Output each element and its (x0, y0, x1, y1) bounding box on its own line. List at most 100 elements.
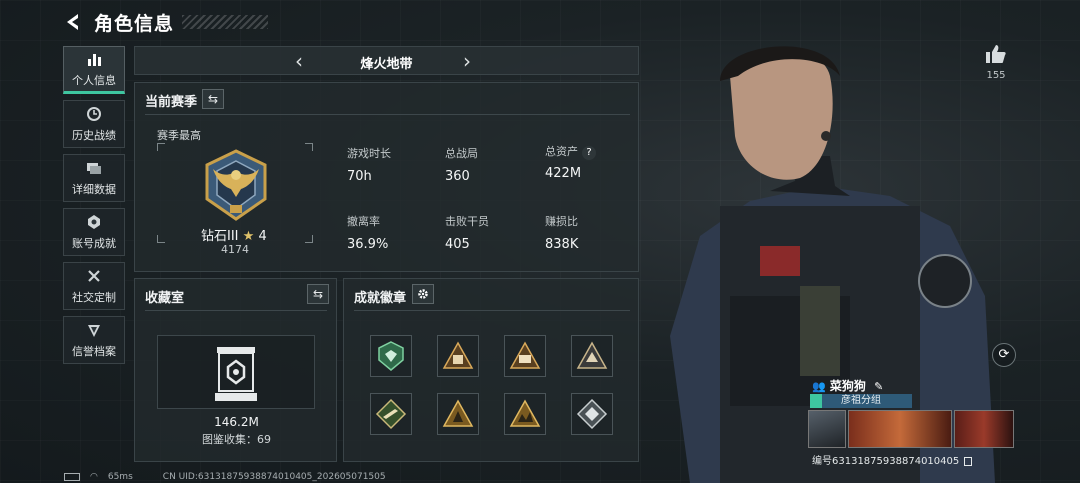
clan-marker (810, 394, 822, 408)
rank-stars: 4 (258, 229, 267, 244)
divider (354, 310, 630, 311)
stat-profit-loss: 赚损比 838K (545, 213, 578, 252)
like-thumb-icon[interactable] (983, 44, 1009, 68)
sidebar-item-achievements[interactable]: 账号成就 (63, 208, 125, 256)
bar-chart-icon (86, 51, 102, 69)
clan-name: 彦祖分组 (841, 395, 881, 406)
stat-label: 总资产 (545, 145, 578, 158)
sidebar-item-label: 历史战绩 (72, 128, 116, 142)
collection-panel[interactable]: 收藏室 ⇆ 146.2M 图鉴收集：69 (134, 278, 337, 462)
badge-green-shield-icon[interactable] (370, 335, 412, 377)
sidebar: 个人信息 历史战绩 详细数据 账号成就 社交定制 信誉档案 (63, 46, 125, 370)
divider (145, 310, 327, 311)
achievements-panel[interactable]: 成就徽章 (343, 278, 639, 462)
clan-tag[interactable]: 彦祖分组 (810, 394, 912, 408)
stat-play-time: 游戏时长 70h (347, 145, 391, 184)
sidebar-item-label: 个人信息 (72, 73, 116, 87)
weapon-skin-thumbnail (954, 410, 1014, 448)
sidebar-item-history[interactable]: 历史战绩 (63, 100, 125, 148)
sidebar-item-label: 账号成就 (72, 236, 116, 250)
collection-title: 收藏室 (145, 291, 185, 306)
badge-triangle-4-icon[interactable] (437, 393, 479, 435)
collection-progress: 图鉴收集：69 (202, 433, 271, 446)
mode-name: 烽火地带 (360, 57, 413, 72)
switch-collection-button[interactable]: ⇆ (307, 284, 329, 304)
display-case-icon (213, 345, 259, 403)
stat-value: 838K (545, 237, 579, 252)
ping: 65ms (107, 472, 133, 482)
achievement-badge-icon (86, 214, 102, 232)
stat-label: 赚损比 (545, 215, 578, 228)
stat-value: 360 (445, 169, 470, 184)
season-best-label: 赛季最高 (157, 129, 201, 142)
sidebar-item-personal-info[interactable]: 个人信息 (63, 46, 125, 94)
player-id: 编号63131875938874010405 (812, 456, 960, 467)
sidebar-item-reputation[interactable]: 信誉档案 (63, 316, 125, 364)
sidebar-item-label: 详细数据 (72, 182, 116, 196)
stat-value: 70h (347, 169, 372, 184)
switch-season-button[interactable]: ⇆ (202, 89, 224, 109)
sidebar-item-social[interactable]: 社交定制 (63, 262, 125, 310)
stat-value: 422M (545, 166, 582, 181)
frame-corner (305, 235, 313, 243)
player-id-row: 编号63131875938874010405 (812, 452, 973, 467)
current-season-panel: 当前赛季 ⇆ 赛季最高 钻石III ★ 4 4174 游戏时长 70h 总战局 … (134, 82, 639, 272)
edit-pencil-icon[interactable]: ✎ (874, 380, 883, 393)
rank-name-row: 钻石III ★ 4 (201, 225, 267, 244)
history-clock-icon (86, 106, 102, 124)
avatar (808, 410, 846, 448)
star-icon: ★ (242, 229, 255, 244)
frame-corner (305, 143, 313, 151)
stat-kills: 击败干员 405 (445, 213, 489, 252)
chevron-right-icon[interactable]: › (463, 49, 471, 73)
season-title: 当前赛季 (145, 95, 198, 110)
copy-icon[interactable] (964, 456, 973, 466)
stat-total-matches: 总战局 360 (445, 145, 478, 184)
wifi-icon: ◠ (90, 472, 98, 482)
player-name: 菜狗狗 (829, 379, 866, 393)
title-decoration (182, 15, 269, 29)
achievements-title: 成就徽章 (354, 291, 407, 306)
settings-button[interactable] (412, 284, 434, 304)
header-bar: 角色信息 (62, 8, 269, 36)
footer-uid: CN UID:63131875938874010405_202605071505 (162, 472, 386, 482)
weapon-skin-thumbnail (848, 410, 952, 448)
showcase-thumbnails[interactable] (808, 410, 1014, 448)
badge-diamond-icon[interactable] (571, 393, 613, 435)
badge-triangle-5-icon[interactable] (504, 393, 546, 435)
sidebar-item-label: 社交定制 (72, 290, 116, 304)
rotate-refresh-icon[interactable]: ⟳ (992, 343, 1016, 367)
badge-gun-icon[interactable] (370, 393, 412, 435)
rank-name: 钻石III (201, 229, 239, 244)
battery-icon (64, 473, 80, 481)
badge-triangle-1-icon[interactable] (437, 335, 479, 377)
frame-corner (157, 143, 165, 151)
badge-triangle-3-icon[interactable] (571, 335, 613, 377)
stat-value: 36.9% (347, 237, 389, 252)
stat-label: 撤离率 (347, 215, 380, 228)
page-title: 角色信息 (94, 12, 175, 35)
stat-label: 游戏时长 (347, 147, 391, 160)
character-info-screen: { "header": {"title": "角色信息", "back_icon… (0, 0, 1080, 483)
status-footer: ◠ 65ms CN UID:63131875938874010405_20260… (64, 472, 386, 482)
sidebar-item-label: 信誉档案 (72, 344, 116, 358)
details-cards-icon (86, 160, 102, 178)
stat-extract-rate: 撤离率 36.9% (347, 213, 388, 252)
tools-cross-icon (86, 268, 102, 286)
help-icon[interactable]: ? (582, 146, 596, 160)
like-count: 155 (986, 70, 1006, 81)
player-group-icon: 👥 (812, 380, 826, 393)
stat-total-assets: 总资产? 422M (545, 143, 596, 181)
player-name-row: 👥 菜狗狗 ✎ (812, 377, 883, 394)
divider (145, 114, 630, 115)
shield-diamond-icon (86, 322, 102, 340)
badge-triangle-2-icon[interactable] (504, 335, 546, 377)
collection-value: 146.2M (214, 415, 259, 429)
stat-label: 总战局 (445, 147, 478, 160)
frame-corner (157, 235, 165, 243)
rank-emblem-icon (201, 147, 271, 223)
sidebar-item-details[interactable]: 详细数据 (63, 154, 125, 202)
stat-label: 击败干员 (445, 215, 489, 228)
back-arrow-icon[interactable] (62, 11, 84, 33)
mode-selector: ‹ 烽火地带 › (134, 46, 639, 75)
